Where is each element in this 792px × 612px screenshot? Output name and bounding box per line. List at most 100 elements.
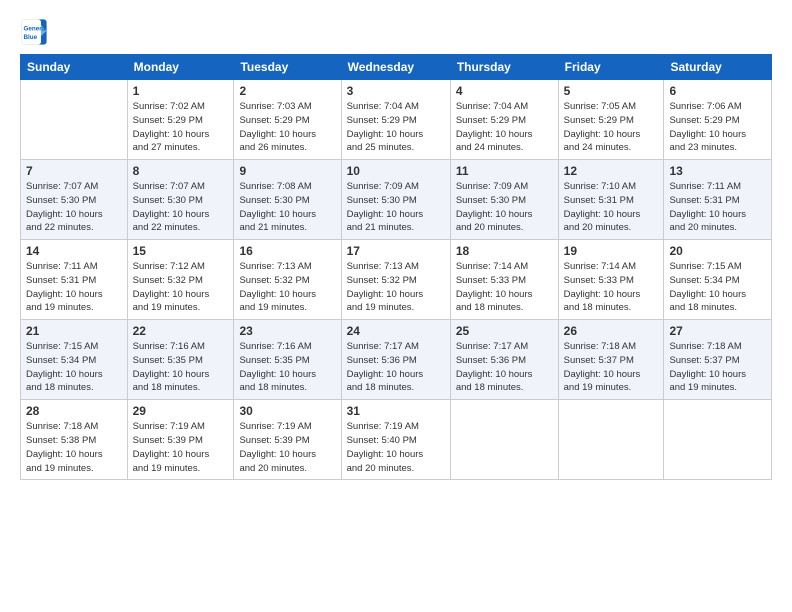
day-info: Sunrise: 7:15 AMSunset: 5:34 PMDaylight:…	[669, 260, 766, 315]
day-info: Sunrise: 7:18 AMSunset: 5:37 PMDaylight:…	[669, 340, 766, 395]
calendar-cell: 2Sunrise: 7:03 AMSunset: 5:29 PMDaylight…	[234, 80, 341, 160]
calendar-cell	[664, 400, 772, 480]
day-number: 9	[239, 164, 335, 178]
calendar-week-row: 28 Sunrise: 7:18 AMSunset: 5:38 PMDayligh…	[21, 400, 772, 480]
day-number: 19	[564, 244, 659, 258]
header-wednesday: Wednesday	[341, 55, 450, 80]
calendar-table: SundayMondayTuesdayWednesdayThursdayFrid…	[20, 54, 772, 480]
calendar-cell: 28 Sunrise: 7:18 AMSunset: 5:38 PMDayligh…	[21, 400, 128, 480]
day-number: 15	[133, 244, 229, 258]
day-number: 31	[347, 404, 445, 418]
day-info: Sunrise: 7:12 AMSunset: 5:32 PMDaylight:…	[133, 260, 229, 315]
calendar-week-row: 14Sunrise: 7:11 AMSunset: 5:31 PMDayligh…	[21, 240, 772, 320]
day-info: Sunrise: 7:17 AMSunset: 5:36 PMDaylight:…	[347, 340, 445, 395]
calendar-cell: 9 Sunrise: 7:08 AMSunset: 5:30 PMDaylight…	[234, 160, 341, 240]
day-info: Sunrise: 7:04 AMSunset: 5:29 PMDaylight:…	[456, 100, 553, 155]
calendar-cell: 12 Sunrise: 7:10 AMSunset: 5:31 PMDayligh…	[558, 160, 664, 240]
day-info: Sunrise: 7:19 AMSunset: 5:39 PMDaylight:…	[239, 420, 335, 475]
day-number: 29	[133, 404, 229, 418]
logo-icon: General Blue	[20, 18, 48, 46]
calendar-cell: 8Sunrise: 7:07 AMSunset: 5:30 PMDaylight…	[127, 160, 234, 240]
day-info: Sunrise: 7:07 AMSunset: 5:30 PMDaylight:…	[26, 180, 122, 235]
day-info: Sunrise: 7:13 AMSunset: 5:32 PMDaylight:…	[239, 260, 335, 315]
day-number: 10	[347, 164, 445, 178]
day-info: Sunrise: 7:17 AMSunset: 5:36 PMDaylight:…	[456, 340, 553, 395]
day-number: 18	[456, 244, 553, 258]
calendar-cell: 24 Sunrise: 7:17 AMSunset: 5:36 PMDayligh…	[341, 320, 450, 400]
day-info: Sunrise: 7:10 AMSunset: 5:31 PMDaylight:…	[564, 180, 659, 235]
day-number: 20	[669, 244, 766, 258]
day-info: Sunrise: 7:03 AMSunset: 5:29 PMDaylight:…	[239, 100, 335, 155]
day-info: Sunrise: 7:09 AMSunset: 5:30 PMDaylight:…	[347, 180, 445, 235]
day-info: Sunrise: 7:15 AMSunset: 5:34 PMDaylight:…	[26, 340, 122, 395]
svg-text:Blue: Blue	[24, 34, 38, 41]
calendar-week-row: 1 Sunrise: 7:02 AMSunset: 5:29 PMDaylight…	[21, 80, 772, 160]
calendar-cell: 15 Sunrise: 7:12 AMSunset: 5:32 PMDayligh…	[127, 240, 234, 320]
calendar-cell: 22Sunrise: 7:16 AMSunset: 5:35 PMDayligh…	[127, 320, 234, 400]
calendar-cell: 31 Sunrise: 7:19 AMSunset: 5:40 PMDayligh…	[341, 400, 450, 480]
day-number: 12	[564, 164, 659, 178]
header-thursday: Thursday	[450, 55, 558, 80]
calendar-cell: 11Sunrise: 7:09 AMSunset: 5:30 PMDayligh…	[450, 160, 558, 240]
day-info: Sunrise: 7:14 AMSunset: 5:33 PMDaylight:…	[564, 260, 659, 315]
calendar-cell	[558, 400, 664, 480]
calendar-cell: 16 Sunrise: 7:13 AMSunset: 5:32 PMDayligh…	[234, 240, 341, 320]
calendar-cell: 5 Sunrise: 7:05 AMSunset: 5:29 PMDaylight…	[558, 80, 664, 160]
day-number: 8	[133, 164, 229, 178]
day-number: 26	[564, 324, 659, 338]
calendar-cell: 14Sunrise: 7:11 AMSunset: 5:31 PMDayligh…	[21, 240, 128, 320]
svg-text:General: General	[24, 26, 48, 33]
calendar-cell: 29 Sunrise: 7:19 AMSunset: 5:39 PMDayligh…	[127, 400, 234, 480]
calendar-cell: 19 Sunrise: 7:14 AMSunset: 5:33 PMDayligh…	[558, 240, 664, 320]
day-info: Sunrise: 7:18 AMSunset: 5:37 PMDaylight:…	[564, 340, 659, 395]
calendar-cell: 18Sunrise: 7:14 AMSunset: 5:33 PMDayligh…	[450, 240, 558, 320]
calendar-week-row: 21 Sunrise: 7:15 AMSunset: 5:34 PMDayligh…	[21, 320, 772, 400]
day-info: Sunrise: 7:19 AMSunset: 5:40 PMDaylight:…	[347, 420, 445, 475]
calendar-cell: 17 Sunrise: 7:13 AMSunset: 5:32 PMDayligh…	[341, 240, 450, 320]
day-info: Sunrise: 7:11 AMSunset: 5:31 PMDaylight:…	[26, 260, 122, 315]
calendar-cell: 13Sunrise: 7:11 AMSunset: 5:31 PMDayligh…	[664, 160, 772, 240]
calendar-cell: 21 Sunrise: 7:15 AMSunset: 5:34 PMDayligh…	[21, 320, 128, 400]
day-info: Sunrise: 7:08 AMSunset: 5:30 PMDaylight:…	[239, 180, 335, 235]
day-info: Sunrise: 7:19 AMSunset: 5:39 PMDaylight:…	[133, 420, 229, 475]
day-number: 30	[239, 404, 335, 418]
day-info: Sunrise: 7:05 AMSunset: 5:29 PMDaylight:…	[564, 100, 659, 155]
day-number: 4	[456, 84, 553, 98]
calendar-cell: 3 Sunrise: 7:04 AMSunset: 5:29 PMDaylight…	[341, 80, 450, 160]
calendar-cell	[21, 80, 128, 160]
calendar-cell: 26 Sunrise: 7:18 AMSunset: 5:37 PMDayligh…	[558, 320, 664, 400]
day-info: Sunrise: 7:02 AMSunset: 5:29 PMDaylight:…	[133, 100, 229, 155]
day-info: Sunrise: 7:04 AMSunset: 5:29 PMDaylight:…	[347, 100, 445, 155]
day-number: 6	[669, 84, 766, 98]
day-number: 11	[456, 164, 553, 178]
day-info: Sunrise: 7:16 AMSunset: 5:35 PMDaylight:…	[133, 340, 229, 395]
header-tuesday: Tuesday	[234, 55, 341, 80]
calendar-cell: 10 Sunrise: 7:09 AMSunset: 5:30 PMDayligh…	[341, 160, 450, 240]
day-info: Sunrise: 7:13 AMSunset: 5:32 PMDaylight:…	[347, 260, 445, 315]
day-number: 16	[239, 244, 335, 258]
calendar-cell: 27Sunrise: 7:18 AMSunset: 5:37 PMDayligh…	[664, 320, 772, 400]
header-sunday: Sunday	[21, 55, 128, 80]
day-number: 21	[26, 324, 122, 338]
calendar-cell: 30 Sunrise: 7:19 AMSunset: 5:39 PMDayligh…	[234, 400, 341, 480]
calendar-week-row: 7Sunrise: 7:07 AMSunset: 5:30 PMDaylight…	[21, 160, 772, 240]
day-number: 13	[669, 164, 766, 178]
calendar-cell: 20 Sunrise: 7:15 AMSunset: 5:34 PMDayligh…	[664, 240, 772, 320]
header-friday: Friday	[558, 55, 664, 80]
day-number: 3	[347, 84, 445, 98]
logo: General Blue	[20, 18, 48, 46]
day-info: Sunrise: 7:18 AMSunset: 5:38 PMDaylight:…	[26, 420, 122, 475]
calendar-cell: 6Sunrise: 7:06 AMSunset: 5:29 PMDaylight…	[664, 80, 772, 160]
day-number: 17	[347, 244, 445, 258]
day-number: 5	[564, 84, 659, 98]
day-number: 28	[26, 404, 122, 418]
calendar-cell: 1 Sunrise: 7:02 AMSunset: 5:29 PMDaylight…	[127, 80, 234, 160]
day-number: 23	[239, 324, 335, 338]
calendar-cell: 23Sunrise: 7:16 AMSunset: 5:35 PMDayligh…	[234, 320, 341, 400]
page: General Blue SundayMondayTuesdayWednesda…	[0, 0, 792, 490]
header: General Blue	[20, 18, 772, 46]
day-number: 1	[133, 84, 229, 98]
calendar-header-row: SundayMondayTuesdayWednesdayThursdayFrid…	[21, 55, 772, 80]
day-number: 24	[347, 324, 445, 338]
calendar-cell: 25Sunrise: 7:17 AMSunset: 5:36 PMDayligh…	[450, 320, 558, 400]
